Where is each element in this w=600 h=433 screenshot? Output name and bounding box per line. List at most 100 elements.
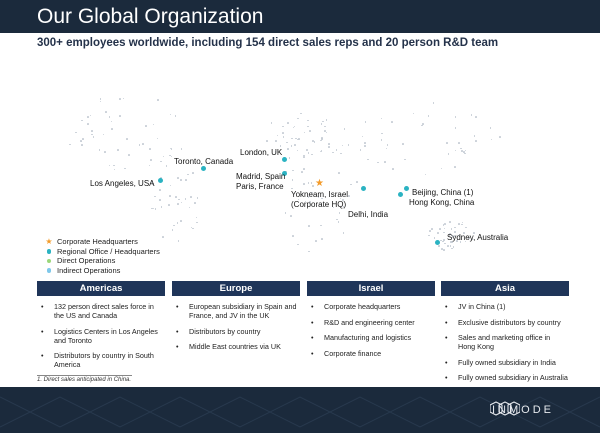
map-dot <box>307 119 309 122</box>
map-dot <box>296 149 299 152</box>
map-dot <box>173 224 175 227</box>
map-dot <box>499 135 501 138</box>
map-dot <box>451 247 453 250</box>
madrid-paris-label: Madrid, Spain Paris, France <box>236 172 286 191</box>
map-dot <box>292 169 294 172</box>
los-angeles-label: Los Angeles, USA <box>90 179 155 188</box>
bullet-item: Fully owned subsidiary in India <box>441 358 569 367</box>
map-dot <box>437 231 439 234</box>
title-bar: Our Global Organization <box>0 0 600 33</box>
london-marker <box>282 157 287 162</box>
map-dot <box>449 221 452 223</box>
map-dot <box>265 140 268 142</box>
map-dot <box>113 168 116 171</box>
map-dot <box>99 98 102 100</box>
legend-dot <box>46 249 52 254</box>
map-dot <box>332 151 334 154</box>
map-dot <box>440 167 443 170</box>
map-dot <box>402 143 405 145</box>
map-dot <box>404 158 406 161</box>
map-dot <box>337 221 340 223</box>
map-dot <box>282 136 285 138</box>
map-dot <box>119 97 121 100</box>
map-dot <box>145 125 147 127</box>
map-dot <box>297 243 299 246</box>
map-dot <box>454 166 456 168</box>
region-americas: Americas 132 person direct sales force i… <box>37 281 165 376</box>
map-dot <box>303 154 306 157</box>
map-legend: ★ Corporate Headquarters Regional Office… <box>44 237 160 275</box>
map-dot <box>340 152 342 155</box>
map-dot <box>110 120 113 123</box>
map-dot <box>184 198 187 200</box>
bullet-item: 132 person direct sales force in the US … <box>37 302 165 320</box>
map-dot <box>168 204 170 206</box>
map-dot <box>473 135 476 137</box>
bullet-item: European subsidiary in Spain and France,… <box>172 302 300 320</box>
map-dot <box>171 229 174 231</box>
map-dot <box>188 206 191 209</box>
map-dot <box>185 179 187 181</box>
map-dot <box>443 231 445 234</box>
page-subtitle: 300+ employees worldwide, including 154 … <box>37 37 499 49</box>
map-dot <box>196 221 198 224</box>
map-dot <box>180 179 182 181</box>
map-dot <box>324 125 326 128</box>
map-dot <box>350 183 352 186</box>
map-dot <box>310 182 313 184</box>
map-dot <box>162 236 164 238</box>
dot-icon <box>44 258 54 263</box>
map-dot <box>303 131 306 134</box>
map-dot <box>159 189 161 191</box>
map-dot <box>276 134 279 137</box>
map-dot <box>320 137 323 139</box>
map-dot <box>286 141 288 144</box>
legend-label: Direct Operations <box>57 256 116 266</box>
map-dot <box>180 220 182 222</box>
map-dot <box>446 142 449 145</box>
map-dot <box>180 201 183 204</box>
map-dot <box>122 97 125 100</box>
map-dot <box>432 102 435 104</box>
map-dot <box>90 130 93 132</box>
map-dot <box>460 147 462 150</box>
map-dot <box>328 146 330 148</box>
map-dot <box>128 154 130 157</box>
sydney-marker <box>435 240 440 245</box>
map-dot <box>82 138 84 140</box>
map-dot <box>303 183 305 185</box>
map-dot <box>335 149 338 151</box>
map-dot <box>117 149 120 151</box>
map-dot <box>150 158 152 161</box>
map-dot <box>347 195 350 197</box>
map-dot <box>113 164 115 167</box>
map-dot <box>307 182 310 184</box>
region-header: Americas <box>37 281 165 296</box>
map-dot <box>192 172 194 174</box>
map-dot <box>108 115 111 118</box>
bullet-item: JV in China (1) <box>441 302 569 311</box>
map-dot <box>149 148 151 150</box>
map-dot <box>105 111 107 113</box>
map-dot <box>337 172 340 174</box>
map-dot <box>152 123 155 126</box>
map-dot <box>341 144 344 147</box>
map-dot <box>452 246 455 248</box>
map-dot <box>325 119 328 121</box>
beijing-marker <box>404 186 409 191</box>
legend-label: Regional Office / Headquarters <box>57 246 160 256</box>
map-dot <box>490 138 493 141</box>
map-dot <box>361 135 364 138</box>
map-dot <box>169 195 171 198</box>
map-dot <box>99 100 102 103</box>
map-dot <box>380 117 383 120</box>
map-dot <box>338 212 341 215</box>
map-dot <box>313 140 316 143</box>
map-dot <box>428 230 431 232</box>
map-dot <box>454 115 457 118</box>
region-header: Europe <box>172 281 300 296</box>
legend-item-regional-office: Regional Office / Headquarters <box>44 247 160 257</box>
footnote: 1. Direct sales anticipated in China. <box>37 377 132 383</box>
map-dot <box>457 142 460 144</box>
map-dot <box>287 122 289 124</box>
